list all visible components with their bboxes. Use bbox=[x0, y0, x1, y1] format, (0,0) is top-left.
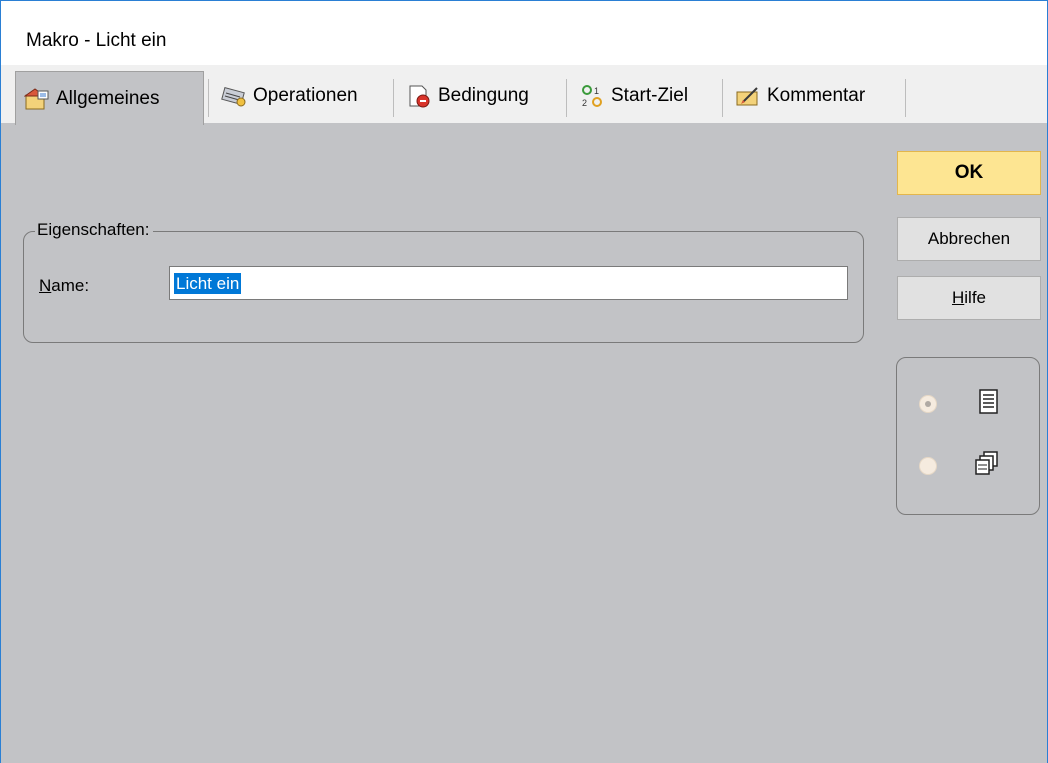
cascade-windows-icon bbox=[975, 451, 999, 477]
list-view-icon bbox=[977, 389, 1001, 415]
tab-allgemeines[interactable]: Allgemeines bbox=[15, 71, 204, 125]
comment-icon bbox=[735, 84, 761, 108]
tab-label: Allgemeines bbox=[56, 87, 160, 109]
help-label: ilfe bbox=[964, 288, 986, 307]
tab-kommentar[interactable]: Kommentar bbox=[727, 71, 903, 121]
tab-bedingung[interactable]: Bedingung bbox=[398, 71, 562, 121]
general-properties-icon bbox=[23, 87, 50, 111]
svg-text:2: 2 bbox=[582, 98, 587, 108]
tab-strip: Allgemeines Operationen Bedingung 1 2 St… bbox=[1, 65, 1047, 125]
tab-label: Bedingung bbox=[438, 85, 529, 106]
view-mode-panel bbox=[896, 357, 1040, 515]
cancel-button[interactable]: Abbrechen bbox=[897, 217, 1041, 261]
tab-label: Start-Ziel bbox=[611, 85, 689, 106]
help-button[interactable]: Hilfe bbox=[897, 276, 1041, 320]
name-label: Name: bbox=[39, 276, 89, 296]
view-mode-cascade-radio[interactable] bbox=[919, 457, 937, 475]
tab-separator bbox=[566, 79, 567, 117]
name-input-value: Licht ein bbox=[174, 273, 242, 294]
tab-label: Kommentar bbox=[767, 85, 866, 106]
tab-separator bbox=[393, 79, 394, 117]
name-label-accelerator: N bbox=[39, 276, 52, 295]
name-label-text: ame: bbox=[51, 276, 90, 295]
macro-dialog: Makro - Licht ein Allgemeines Operatione… bbox=[0, 0, 1048, 763]
operations-icon bbox=[221, 84, 247, 108]
help-accelerator: H bbox=[951, 288, 965, 307]
tab-start-ziel[interactable]: 1 2 Start-Ziel bbox=[571, 71, 719, 121]
tab-separator bbox=[905, 79, 906, 117]
svg-text:1: 1 bbox=[594, 86, 599, 96]
tab-separator bbox=[722, 79, 723, 117]
start-target-icon: 1 2 bbox=[579, 84, 605, 108]
title-bar: Makro - Licht ein bbox=[1, 1, 1047, 65]
view-mode-list-radio[interactable] bbox=[919, 395, 937, 413]
properties-group-label: Eigenschaften: bbox=[35, 220, 154, 240]
window-title: Makro - Licht ein bbox=[26, 30, 167, 51]
name-input[interactable]: Licht ein bbox=[169, 266, 848, 300]
tab-separator bbox=[208, 79, 209, 117]
tab-label: Operationen bbox=[253, 85, 358, 106]
ok-button[interactable]: OK bbox=[897, 151, 1041, 195]
condition-icon bbox=[406, 84, 432, 108]
tab-operationen[interactable]: Operationen bbox=[213, 71, 389, 121]
